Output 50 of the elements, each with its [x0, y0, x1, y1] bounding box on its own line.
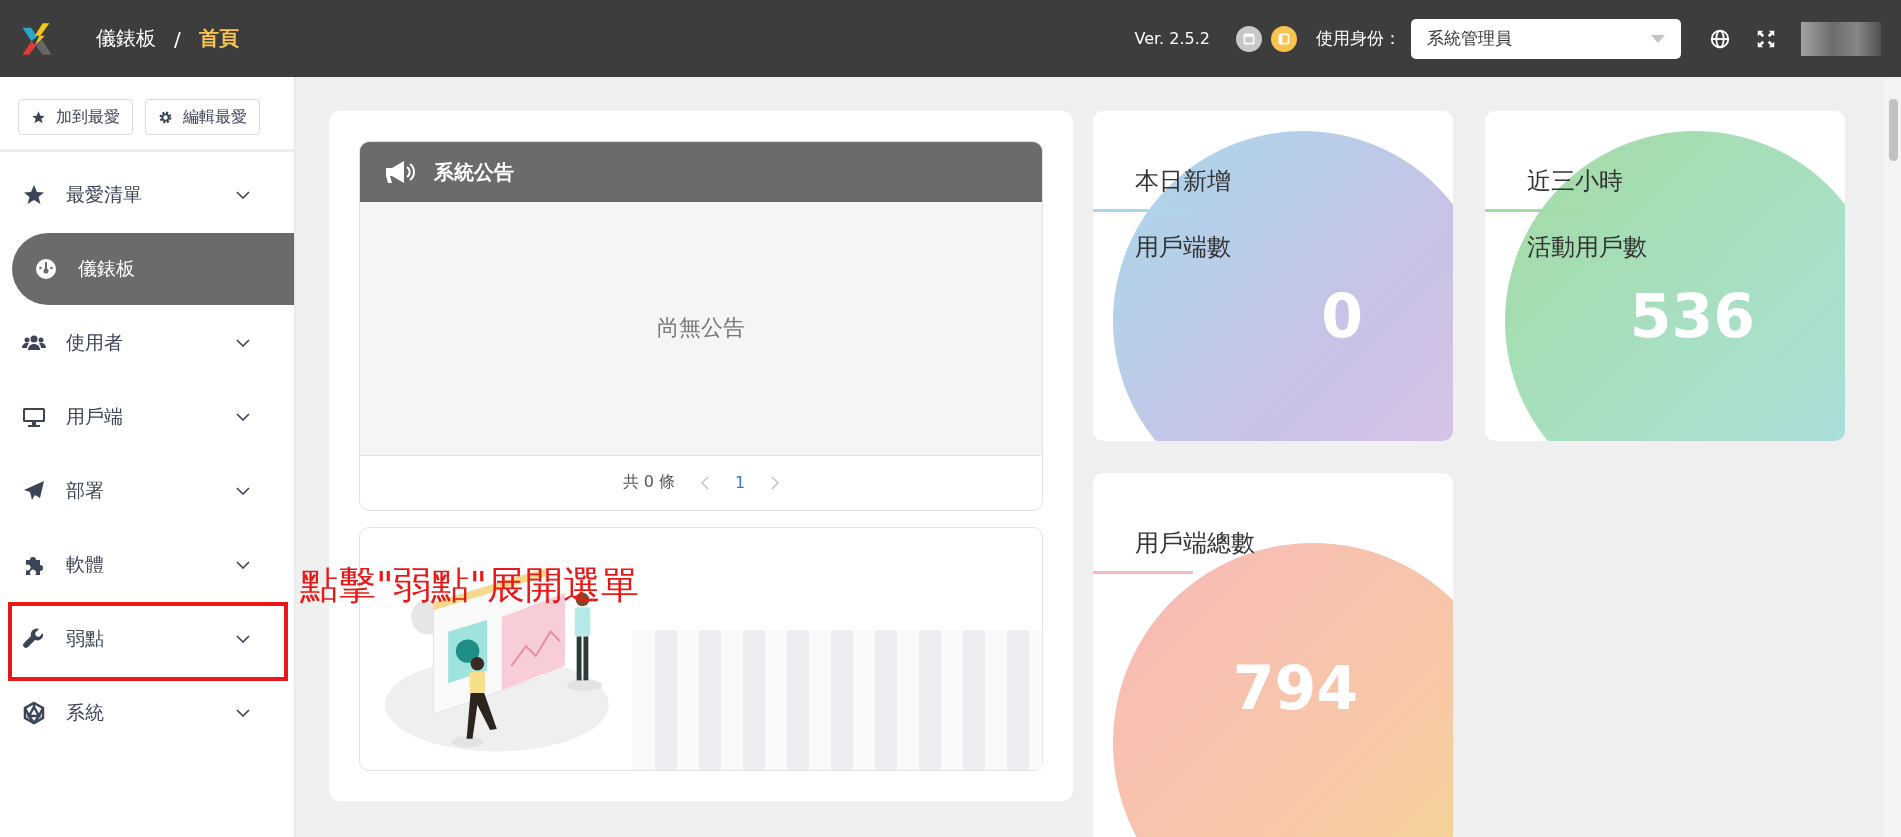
chevron-down-icon: [236, 191, 250, 199]
wrench-icon: [22, 627, 46, 651]
chevron-down-icon: [236, 413, 250, 421]
identity-label: 使用身份：: [1316, 27, 1401, 50]
gear-icon: [158, 109, 173, 125]
chevron-down-icon: [236, 339, 250, 347]
stat-value: 0: [1321, 281, 1363, 351]
scrollbar-thumb[interactable]: [1888, 99, 1898, 161]
polyhedron-icon: [22, 701, 46, 725]
announcement-title: 系統公告: [434, 158, 514, 186]
breadcrumb-item[interactable]: 儀錶板: [96, 25, 156, 52]
monitor-icon: [22, 405, 46, 429]
star-icon: [31, 109, 46, 125]
annotation-text: 點擊"弱點"展開選單: [300, 562, 639, 609]
sidebar-item[interactable]: 最愛清單: [0, 158, 276, 232]
edit-favorite-button[interactable]: 編輯最愛: [145, 99, 260, 135]
sidebar-item[interactable]: 使用者: [0, 306, 276, 380]
logo-icon: [20, 20, 54, 57]
sidebar-item[interactable]: 部署: [0, 454, 276, 528]
chevron-down-icon: [236, 487, 250, 495]
stat-title: 本日新增: [1135, 166, 1231, 197]
window-icon[interactable]: [1236, 25, 1262, 52]
chevron-down-icon: [236, 709, 250, 717]
sidebar-item[interactable]: 軟體: [0, 528, 276, 602]
sidebar-item[interactable]: 弱點: [0, 602, 276, 676]
chevron-down-icon: [236, 561, 250, 569]
panel-icon[interactable]: [1271, 25, 1297, 52]
stat-title: 活動用戶數: [1527, 232, 1647, 263]
sidebar-item[interactable]: 儀錶板: [12, 233, 294, 305]
stat-value: 794: [1232, 653, 1358, 723]
sidebar-item[interactable]: 用戶端: [0, 380, 276, 454]
stat-value: 536: [1629, 281, 1755, 351]
breadcrumb-separator: /: [174, 26, 181, 51]
sidebar-item[interactable]: 系統: [0, 676, 276, 750]
page-number[interactable]: 1: [735, 473, 746, 493]
total-count: 共 0 條: [622, 472, 676, 494]
empty-text: 尚無公告: [657, 314, 745, 343]
dropdown-caret-icon: [1651, 34, 1665, 43]
identity-select[interactable]: 系統管理員: [1411, 18, 1681, 59]
breadcrumb-item: 首頁: [198, 25, 239, 52]
stat-title: 用戶端總數: [1135, 528, 1255, 559]
stat-title: 近三小時: [1527, 166, 1624, 197]
gauge-icon: [34, 257, 58, 281]
globe-icon[interactable]: [1709, 27, 1731, 50]
add-favorite-button[interactable]: 加到最愛: [18, 99, 133, 135]
megaphone-icon: [384, 160, 416, 184]
stat-title: 用戶端數: [1135, 232, 1231, 263]
user-placeholder[interactable]: [1801, 21, 1881, 56]
chevron-down-icon: [236, 635, 250, 643]
version-text: Ver. 2.5.2: [1134, 29, 1210, 48]
